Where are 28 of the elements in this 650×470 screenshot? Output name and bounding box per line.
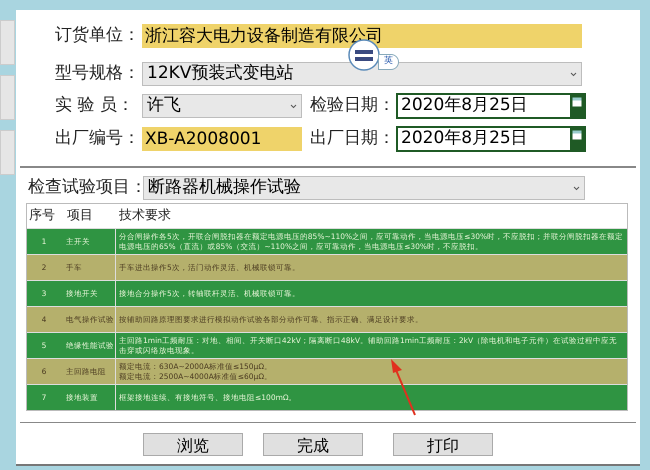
calendar-icon[interactable] [572,97,582,107]
field-label: 检查试验项目： [28,176,143,200]
field-label: 实 验 员： [55,94,135,118]
side-tab[interactable] [0,130,15,175]
ime-badge[interactable]: 英 [378,54,399,70]
side-tab[interactable] [0,75,15,120]
column-header: 序号 [28,207,56,226]
action-button[interactable]: 浏览 [143,433,243,456]
action-button[interactable]: 打印 [393,433,493,456]
chevron-icon [290,104,297,108]
field-label: 订货单位： [55,24,141,48]
field-label: 检验日期： [310,94,396,118]
field-label: 型号规格： [55,62,141,86]
text-field[interactable]: XB-A2008001 [142,127,302,151]
calendar-icon[interactable] [572,130,582,140]
chevron-icon [573,186,580,190]
date-field[interactable]: 2020年8月25日 [396,93,586,119]
field-label: 出厂编号： [55,127,141,150]
field-label: 出厂日期： [310,127,396,150]
column-header: 技术要求 [118,207,171,226]
side-tab[interactable] [0,20,15,65]
column-header: 项目 [66,207,94,226]
date-field[interactable]: 2020年8月25日 [396,126,586,152]
dropdown[interactable]: 断路器机械操作试验 [143,176,585,200]
dropdown[interactable]: 许飞 [142,94,302,118]
chevron-icon [570,72,577,76]
arrow-icon [388,358,418,416]
action-button[interactable]: 完成 [263,433,363,456]
